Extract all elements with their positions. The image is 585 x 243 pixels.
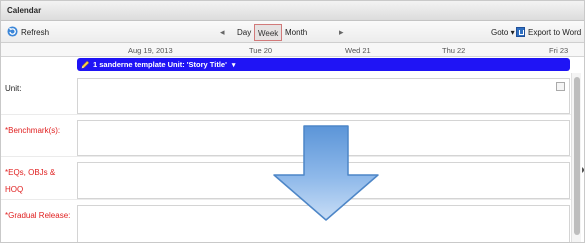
week-view-tab[interactable]: Week [254,24,283,41]
scroll-thumb[interactable] [574,77,580,235]
panel-titlebar: Calendar [1,1,584,21]
row-label: *EQs, OBJs & HOQ [5,168,56,194]
word-document-icon [516,27,525,37]
row-label: *Benchmark(s): [5,126,61,135]
refresh-button[interactable]: Refresh [7,26,49,39]
next-week-button[interactable]: ▸ [339,26,344,39]
date-mon: Aug 19, 2013 [128,46,173,55]
row-label: *Gradual Release: [5,211,71,220]
goto-dropdown[interactable]: Goto ▾ [491,26,515,39]
date-wed: Wed 21 [345,46,371,55]
vertical-scrollbar[interactable] [571,73,581,242]
row-unit: Unit: [1,73,571,115]
previous-week-button[interactable]: ◂ [220,26,225,39]
calendar-event[interactable]: 1 sanderne template Unit: 'Story Title' ▾ [77,58,570,71]
export-label: Export to Word [528,28,582,37]
export-to-word-button[interactable]: Export to Word [516,26,581,39]
panel-title: Calendar [7,6,42,15]
down-arrow-icon [273,125,379,221]
date-thu: Thu 22 [442,46,466,55]
date-header: Aug 19, 2013 Tue 20 Wed 21 Thu 22 Fri 23 [1,43,584,57]
refresh-icon [7,26,18,37]
pencil-icon [81,60,90,69]
date-fri: Fri 23 [549,46,569,55]
calendar-toolbar: Refresh ◂ Day Week Month ▸ Goto ▾ Export… [1,21,584,43]
refresh-label: Refresh [21,28,50,37]
checkbox[interactable] [556,82,565,91]
event-row: 1 sanderne template Unit: 'Story Title' ▾ [1,57,584,73]
date-tue: Tue 20 [249,46,273,55]
unit-field[interactable] [77,78,570,114]
event-label: 1 sanderne template Unit: 'Story Title' [93,60,227,69]
calendar-panel: Calendar Refresh ◂ Day Week Month ▸ Goto… [0,0,585,243]
event-caret[interactable]: ▾ [232,62,236,69]
day-view-tab[interactable]: Day [237,26,251,39]
month-view-tab[interactable]: Month [285,26,307,39]
row-label: Unit: [5,84,22,93]
